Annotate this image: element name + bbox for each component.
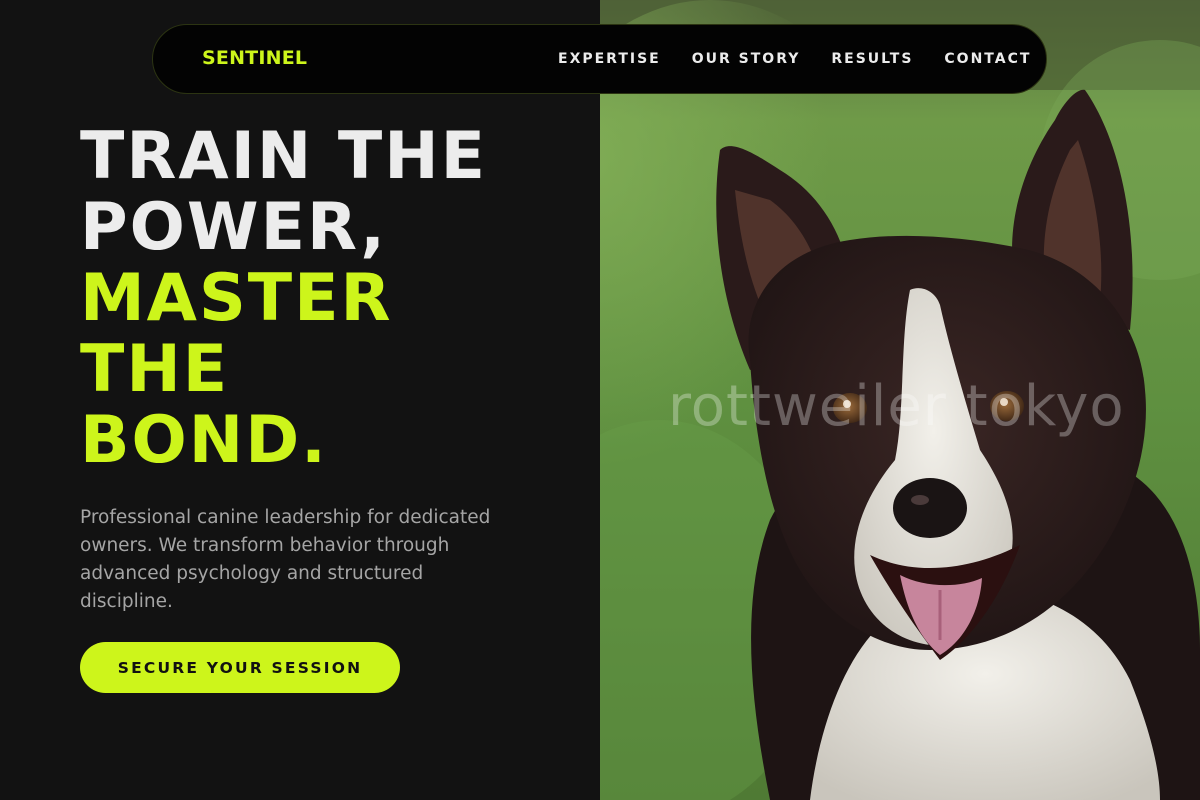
- headline-accent-line-2: THE: [80, 332, 230, 407]
- nav-link-expertise[interactable]: EXPERTISE: [558, 51, 661, 67]
- top-nav: SENTINEL EXPERTISE OUR STORY RESULTS CON…: [152, 24, 1047, 94]
- watermark-text: rottweiler tokyo: [668, 374, 1125, 439]
- secure-session-button[interactable]: SECURE YOUR SESSION: [80, 642, 400, 693]
- brand-logo[interactable]: SENTINEL: [202, 47, 307, 69]
- hero-headline: TRAIN THE POWER, MASTER THE BOND.: [80, 121, 580, 476]
- nav-link-results[interactable]: RESULTS: [831, 51, 913, 67]
- nav-link-contact[interactable]: CONTACT: [944, 51, 1031, 67]
- headline-accent-line-1: MASTER: [80, 261, 393, 336]
- nav-link-our-story[interactable]: OUR STORY: [692, 51, 801, 67]
- hero-image: rottweiler tokyo: [600, 0, 1200, 800]
- hero-description: Professional canine leadership for dedic…: [80, 507, 491, 612]
- headline-line-1: TRAIN THE: [80, 119, 488, 194]
- nav-links: EXPERTISE OUR STORY RESULTS CONTACT: [558, 51, 1031, 67]
- headline-accent-line-3: BOND.: [80, 403, 328, 478]
- headline-line-2: POWER,: [80, 190, 387, 265]
